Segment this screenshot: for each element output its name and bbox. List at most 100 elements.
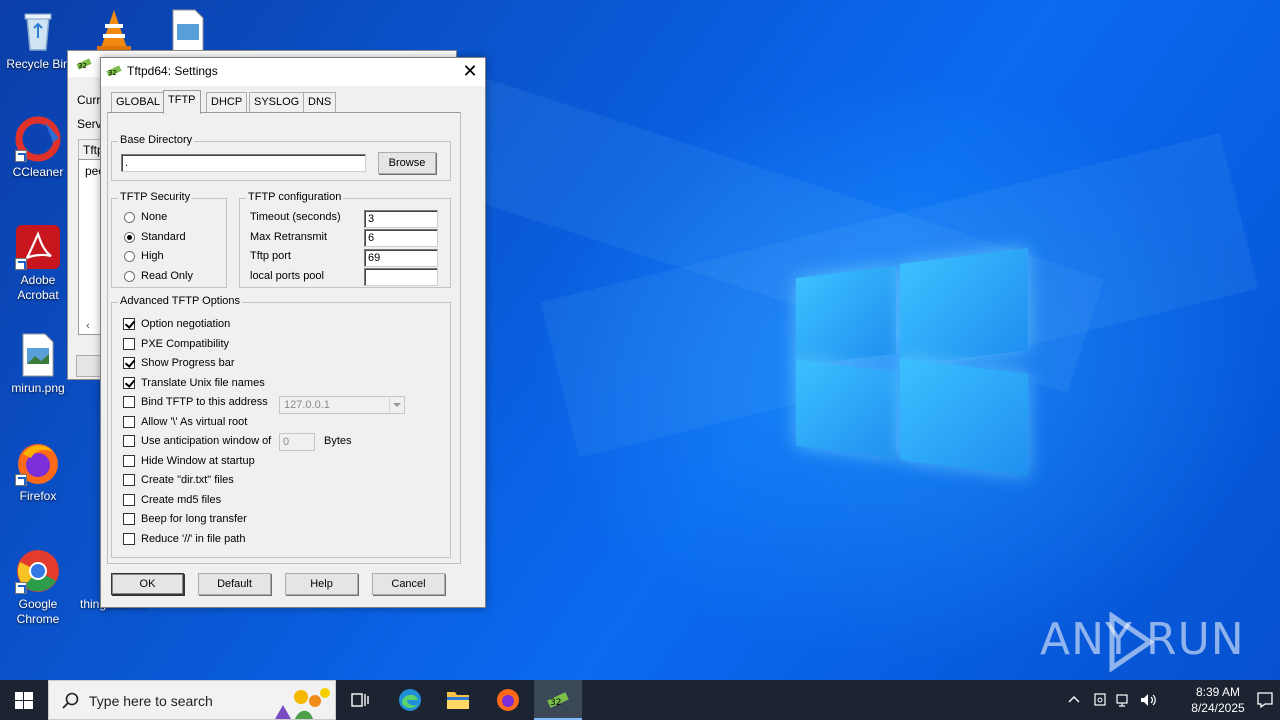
system-tray: 8:39 AM 8/24/2025 xyxy=(1060,680,1280,720)
security-high-radio[interactable] xyxy=(124,251,135,262)
desktop-icon-ccleaner[interactable]: CCleaner xyxy=(0,116,76,180)
show-progress-bar-label: Show Progress bar xyxy=(141,357,235,369)
watermark-run: RUN xyxy=(1146,614,1245,665)
security-none-radio[interactable] xyxy=(124,212,135,223)
pxe-compatibility-checkbox[interactable] xyxy=(123,338,135,350)
taskbar-edge[interactable] xyxy=(386,680,434,720)
desktop-icon-adobe-acrobat[interactable]: Adobe Acrobat xyxy=(0,224,76,303)
taskbar-file-explorer[interactable] xyxy=(434,680,482,720)
anticipation-window-input[interactable]: 0 xyxy=(279,433,315,451)
translate-unix-names-label: Translate Unix file names xyxy=(141,377,265,389)
cancel-button[interactable]: Cancel xyxy=(372,573,445,595)
search-placeholder: Type here to search xyxy=(89,693,213,709)
shortcut-arrow-icon xyxy=(15,150,27,162)
browse-button[interactable]: Browse xyxy=(378,152,436,174)
base-directory-input[interactable]: . xyxy=(121,154,366,172)
tab-label: SYSLOG xyxy=(254,96,300,108)
desktop-icon-firefox[interactable]: Firefox xyxy=(0,440,76,504)
advanced-options-label: Advanced TFTP Options xyxy=(118,295,243,307)
security-none-label: None xyxy=(141,211,168,223)
security-readonly-radio[interactable] xyxy=(124,271,135,282)
desktop-icon-label: Firefox xyxy=(19,489,57,503)
tftp-tab-panel: Base Directory . Browse TFTP Security No… xyxy=(107,112,461,564)
windows-logo-wallpaper xyxy=(796,242,1030,480)
tab-label: TFTP xyxy=(168,94,196,106)
notification-icon[interactable] xyxy=(1256,691,1274,709)
tab-dns[interactable]: DNS xyxy=(303,92,337,112)
settings-dialog[interactable]: 32 Tftpd64: Settings ✕ GLOBAL TFTP DHCP … xyxy=(100,57,486,608)
option-negotiation-checkbox[interactable] xyxy=(123,318,135,330)
firefox-icon xyxy=(15,440,61,486)
tab-tftp[interactable]: TFTP xyxy=(163,90,201,114)
firefox-icon xyxy=(497,689,519,711)
windows-start-icon xyxy=(15,692,33,709)
tab-label: GLOBAL xyxy=(116,96,161,108)
tab-dhcp[interactable]: DHCP xyxy=(206,92,248,112)
volume-icon[interactable] xyxy=(1140,692,1158,708)
recycle-bin-icon xyxy=(15,8,61,54)
desktop-icon-google-chrome[interactable]: Google Chrome xyxy=(0,548,76,627)
shortcut-arrow-icon xyxy=(15,582,27,594)
timeout-input[interactable]: 3 xyxy=(364,210,438,228)
chrome-icon xyxy=(15,548,61,594)
search-icon xyxy=(62,692,79,709)
desktop-icon-label: Recycle Bin xyxy=(6,57,70,71)
desktop-icon-label: Adobe Acrobat xyxy=(17,273,59,302)
local-ports-pool-input[interactable] xyxy=(364,268,438,286)
device-icon[interactable] xyxy=(1092,692,1108,708)
base-directory-group: Base Directory . Browse xyxy=(111,134,451,181)
close-icon: ✕ xyxy=(462,61,478,81)
folder-icon xyxy=(447,692,469,709)
shortcut-arrow-icon xyxy=(15,474,27,486)
scroll-left-arrow-icon[interactable]: ‹ xyxy=(81,320,95,334)
create-md5-checkbox[interactable] xyxy=(123,494,135,506)
tftp-port-label: Tftp port xyxy=(250,250,291,262)
hide-window-checkbox[interactable] xyxy=(123,455,135,467)
allow-virtual-root-checkbox[interactable] xyxy=(123,416,135,428)
svg-text:32: 32 xyxy=(108,69,117,77)
network-icon[interactable] xyxy=(1116,692,1132,708)
desktop-icon-recycle-bin[interactable]: Recycle Bin xyxy=(0,8,76,72)
tftp-port-input[interactable]: 69 xyxy=(364,249,438,267)
close-button[interactable]: ✕ xyxy=(455,58,485,86)
show-progress-bar-checkbox[interactable] xyxy=(123,357,135,369)
tftp-security-label: TFTP Security xyxy=(118,191,193,203)
taskbar-search-box[interactable]: Type here to search xyxy=(48,680,336,720)
server-interface-label: Serv xyxy=(77,117,102,131)
tab-syslog[interactable]: SYSLOG xyxy=(249,92,305,112)
bytes-label: Bytes xyxy=(324,435,352,447)
ccleaner-icon xyxy=(15,116,61,162)
reduce-path-checkbox[interactable] xyxy=(123,533,135,545)
create-dir-txt-checkbox[interactable] xyxy=(123,474,135,486)
advanced-tftp-options-group: Advanced TFTP Options Option negotiation… xyxy=(111,295,451,558)
dialog-title: Tftpd64: Settings xyxy=(127,64,218,78)
tftpd-app-icon: 32 xyxy=(106,65,122,77)
tab-global[interactable]: GLOBAL xyxy=(111,92,166,112)
dialog-titlebar[interactable]: 32 Tftpd64: Settings ✕ xyxy=(101,58,485,86)
adobe-acrobat-icon xyxy=(15,224,61,270)
tftp-configuration-label: TFTP configuration xyxy=(246,191,344,203)
taskbar-tftpd64[interactable]: 32 xyxy=(534,680,582,720)
anticipation-window-checkbox[interactable] xyxy=(123,435,135,447)
max-retransmit-input[interactable]: 6 xyxy=(364,229,438,247)
start-button[interactable] xyxy=(0,680,48,720)
help-button[interactable]: Help xyxy=(285,573,358,595)
bind-address-dropdown[interactable]: 127.0.0.1 xyxy=(279,396,405,414)
task-view-button[interactable] xyxy=(336,680,384,720)
translate-unix-names-checkbox[interactable] xyxy=(123,377,135,389)
default-button[interactable]: Default xyxy=(198,573,271,595)
svg-text:32: 32 xyxy=(78,62,87,70)
edge-icon xyxy=(399,689,421,711)
vlc-cone-icon xyxy=(91,8,137,54)
ok-button[interactable]: OK xyxy=(111,573,184,595)
tftp-security-group: TFTP Security None Standard High Read On… xyxy=(111,191,227,288)
desktop-icon-label: CCleaner xyxy=(12,165,64,179)
svg-text:32: 32 xyxy=(550,698,561,708)
security-high-label: High xyxy=(141,250,164,262)
taskbar-clock[interactable]: 8:39 AM 8/24/2025 xyxy=(1182,684,1254,716)
chevron-up-icon[interactable] xyxy=(1068,694,1080,704)
taskbar-firefox[interactable] xyxy=(484,680,532,720)
security-standard-radio[interactable] xyxy=(124,232,135,243)
bind-tftp-address-checkbox[interactable] xyxy=(123,396,135,408)
beep-long-transfer-checkbox[interactable] xyxy=(123,513,135,525)
